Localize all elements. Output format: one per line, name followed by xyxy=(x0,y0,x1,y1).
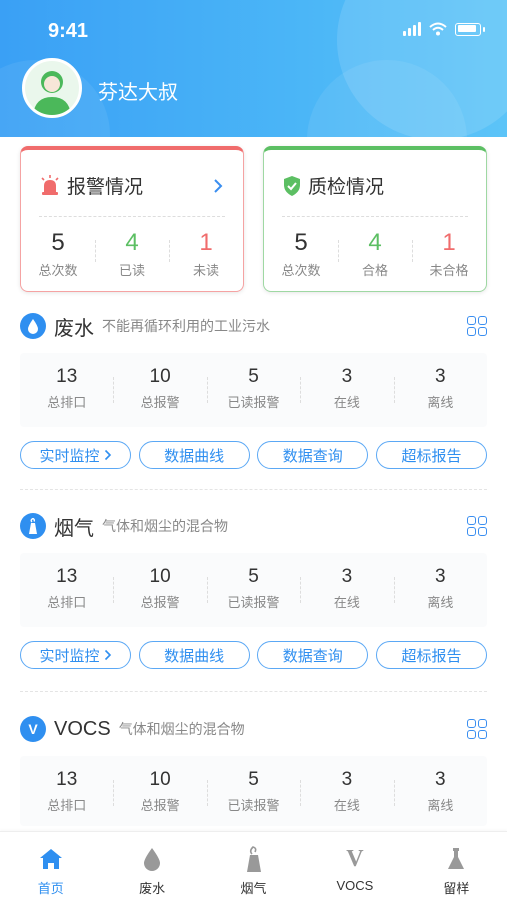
status-time: 9:41 xyxy=(48,20,89,42)
qc-stat-pass: 4 合格 xyxy=(338,228,412,279)
status-icons xyxy=(403,22,485,36)
stat-alarms: 10 总报警 xyxy=(113,553,206,627)
section-title: 废水 xyxy=(54,317,94,340)
stat-read-alarms: 5 已读报警 xyxy=(206,756,300,826)
data-curve-button[interactable]: 数据曲线 xyxy=(138,641,250,669)
stat-online: 3 在线 xyxy=(300,756,393,826)
signal-icon xyxy=(403,22,421,36)
header: 9:41 芬达大叔 xyxy=(0,0,507,137)
stat-read-alarms: 5 已读报警 xyxy=(206,553,300,627)
data-query-button[interactable]: 数据查询 xyxy=(257,641,369,669)
wifi-icon xyxy=(429,22,447,36)
section-title: VOCS xyxy=(54,717,111,740)
bottom-tab-bar: 首页 废水 烟气 V VOCS 留样 xyxy=(0,831,507,900)
chimney-icon xyxy=(241,846,267,872)
exceed-report-button[interactable]: 超标报告 xyxy=(375,641,487,669)
alarm-stat-unread: 1 未读 xyxy=(169,228,243,279)
tab-flue-gas[interactable]: 烟气 xyxy=(203,832,304,900)
chimney-icon xyxy=(20,513,46,539)
tab-home[interactable]: 首页 xyxy=(0,832,101,900)
flask-icon xyxy=(443,846,469,872)
alarm-stat-total: 5 总次数 xyxy=(38,229,78,278)
tab-wastewater[interactable]: 废水 xyxy=(101,832,202,900)
grid-menu-icon[interactable] xyxy=(467,516,487,536)
vocs-icon: V xyxy=(20,716,46,742)
battery-icon xyxy=(455,22,481,36)
username[interactable]: 芬达大叔 xyxy=(98,76,178,105)
grid-menu-icon[interactable] xyxy=(467,719,487,739)
chevron-right-icon xyxy=(104,449,111,461)
stat-online: 3 在线 xyxy=(300,553,393,627)
alarm-card-title: 报警情况 xyxy=(67,177,144,198)
stat-online: 3 在线 xyxy=(300,353,393,427)
qc-card[interactable]: 质检情况 5 总次数 4 合格 1 未合格 xyxy=(263,146,487,292)
tab-vocs[interactable]: V VOCS xyxy=(304,832,405,900)
stat-read-alarms: 5 已读报警 xyxy=(206,353,300,427)
shield-check-icon xyxy=(284,175,300,196)
stat-alarms: 10 总报警 xyxy=(113,756,206,826)
avatar[interactable] xyxy=(22,58,82,118)
vocs-icon: V xyxy=(346,845,364,872)
realtime-monitor-button[interactable]: 实时监控 xyxy=(20,641,131,669)
stat-offline: 3 离线 xyxy=(393,553,487,627)
home-icon xyxy=(38,846,64,872)
realtime-monitor-button[interactable]: 实时监控 xyxy=(20,441,131,469)
section-desc: 不能再循环利用的工业污水 xyxy=(102,318,270,334)
exceed-report-button[interactable]: 超标报告 xyxy=(375,441,487,469)
grid-menu-icon[interactable] xyxy=(467,316,487,336)
stat-offline: 3 离线 xyxy=(393,756,487,826)
stat-outlets: 13 总排口 xyxy=(47,366,87,410)
qc-stat-fail: 1 未合格 xyxy=(412,228,486,279)
data-curve-button[interactable]: 数据曲线 xyxy=(138,441,250,469)
qc-card-title: 质检情况 xyxy=(308,177,385,198)
water-drop-icon xyxy=(139,846,165,872)
data-query-button[interactable]: 数据查询 xyxy=(257,441,369,469)
stat-outlets: 13 总排口 xyxy=(47,566,87,610)
alarm-light-icon xyxy=(41,174,59,195)
stat-outlets: 13 总排口 xyxy=(47,769,87,813)
water-drop-icon xyxy=(20,313,46,339)
chevron-right-icon[interactable] xyxy=(213,178,223,194)
tab-samples[interactable]: 留样 xyxy=(406,832,507,900)
chevron-right-icon xyxy=(104,649,111,661)
alarm-stat-read: 4 已读 xyxy=(95,228,169,279)
alarm-card[interactable]: 报警情况 5 总次数 4 已读 1 未读 xyxy=(20,146,244,292)
section-title: 烟气 xyxy=(54,517,94,540)
section-desc: 气体和烟尘的混合物 xyxy=(102,518,228,534)
qc-stat-total: 5 总次数 xyxy=(281,229,321,278)
stat-offline: 3 离线 xyxy=(393,353,487,427)
stat-alarms: 10 总报警 xyxy=(113,353,206,427)
section-desc: 气体和烟尘的混合物 xyxy=(118,721,245,737)
